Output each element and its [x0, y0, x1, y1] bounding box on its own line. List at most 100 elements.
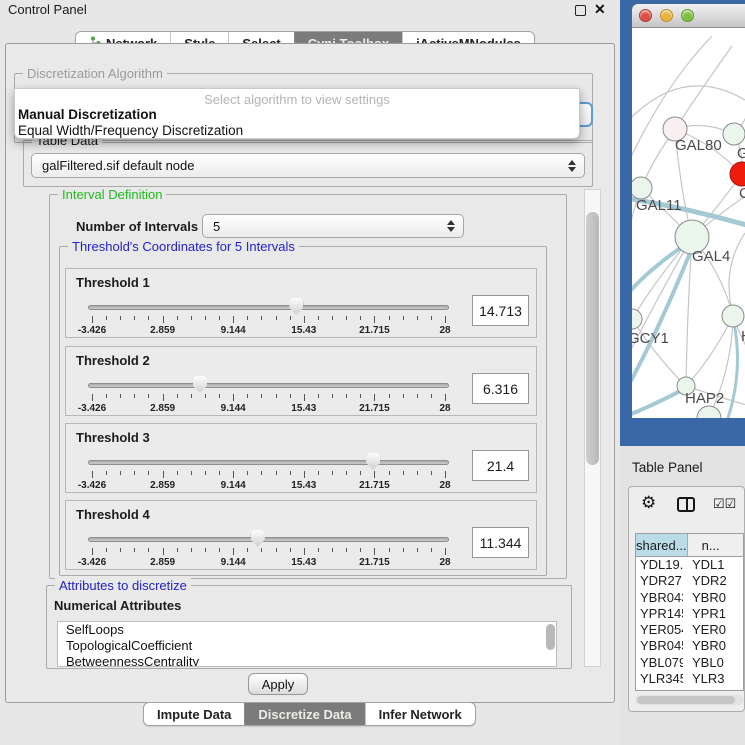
numerical-attributes-label: Numerical Attributes: [54, 598, 181, 613]
attribute-list-item-betweennesscentrality[interactable]: BetweennessCentrality: [58, 654, 556, 667]
threshold-value-field[interactable]: 6.316: [472, 373, 529, 404]
network-node-h-node[interactable]: [722, 305, 744, 327]
table-row[interactable]: YDR27...YDR2: [636, 573, 743, 589]
cell-shared-name: YDL19...: [636, 557, 683, 573]
dropdown-item-equal-width-frequency[interactable]: Equal Width/Frequency Discretization: [18, 123, 243, 138]
table-data-combobox[interactable]: galFiltered.sif default node: [31, 153, 585, 178]
cell-name: YPR1: [683, 606, 743, 622]
table-row[interactable]: YDL19...YDL1: [636, 557, 743, 573]
tab-impute-data[interactable]: Impute Data: [144, 703, 244, 725]
stepper-arrows-icon: [568, 160, 576, 172]
close-traffic-light-icon[interactable]: [639, 9, 652, 22]
table-row[interactable]: YPR145WYPR1: [636, 606, 743, 622]
table-row[interactable]: YBR045CYBR0: [636, 638, 743, 654]
tab-label: Infer Network: [379, 707, 462, 722]
cell-shared-name: YBL079W: [636, 655, 683, 671]
table-horizontal-scrollbar[interactable]: [635, 695, 744, 705]
threshold-value-field[interactable]: 14.713: [472, 295, 529, 326]
minimize-icon[interactable]: [575, 5, 586, 16]
node-label-c: C: [739, 185, 745, 202]
network-node-gcy1[interactable]: [632, 309, 642, 329]
gear-icon[interactable]: ⚙: [641, 493, 656, 513]
network-window-titlebar[interactable]: [632, 4, 745, 28]
node-label-gal11: GAL11: [636, 197, 682, 214]
split-column-icon[interactable]: [677, 497, 695, 512]
network-edge[interactable]: [686, 316, 733, 386]
threshold-panel-3: Threshold 3 -3.4262.8599.14415.4321.71528…: [65, 423, 537, 493]
numerical-attributes-list[interactable]: SelfLoopsTopologicalCoefficientBetweenne…: [57, 621, 557, 667]
panel-scrollbar-thumb[interactable]: [586, 212, 599, 465]
table-panel: ⚙ ☑☑ shared... n... YDL19...YDL1YDR27...…: [628, 486, 745, 712]
table-data-selected-value: galFiltered.sif default node: [42, 158, 194, 173]
table-header-row: shared... n...: [636, 534, 743, 557]
slider-ticks: [92, 316, 445, 324]
attribute-list-item-selfloops[interactable]: SelfLoops: [58, 622, 556, 638]
threshold-panel-2: Threshold 2-3.4262.8599.14415.4321.71528…: [65, 346, 537, 416]
close-icon[interactable]: ✕: [594, 1, 606, 18]
slider-tick-labels: -3.4262.8599.14415.4321.71528: [92, 403, 445, 415]
table-row[interactable]: YIL052CYIL0: [636, 687, 743, 691]
number-of-intervals-combobox[interactable]: 5: [202, 214, 464, 238]
cell-shared-name: YDR27...: [636, 573, 683, 589]
tab-discretize-data[interactable]: Discretize Data: [244, 703, 364, 725]
column-header-shared[interactable]: shared...: [636, 534, 688, 556]
slider-tick-labels: -3.4262.8599.14415.4321.71528: [92, 557, 445, 569]
dropdown-hint: Select algorithm to view settings: [15, 92, 579, 107]
column-header-name[interactable]: n...: [688, 534, 744, 556]
panel-scrollbar[interactable]: [584, 189, 601, 667]
network-edge[interactable]: [632, 86, 745, 123]
tab-infer-network[interactable]: Infer Network: [365, 703, 475, 725]
dropdown-item-manual-discretization[interactable]: Manual Discretization: [18, 107, 157, 122]
network-node-gal11[interactable]: [632, 177, 652, 199]
threshold-value-field[interactable]: 21.4: [472, 450, 529, 481]
zoom-traffic-light-icon[interactable]: [681, 9, 694, 22]
threshold-label: Threshold 4: [76, 507, 150, 522]
threshold-label: Threshold 3: [76, 430, 150, 445]
checkbox-icons[interactable]: ☑☑: [713, 496, 736, 512]
apply-button[interactable]: Apply: [248, 673, 308, 695]
table-row[interactable]: YER054CYER0: [636, 622, 743, 638]
slider-track[interactable]: [88, 460, 449, 465]
threshold-slider-3[interactable]: -3.4262.8599.14415.4321.71528: [88, 452, 449, 492]
slider-thumb[interactable]: [366, 453, 380, 470]
threshold-slider-4[interactable]: -3.4262.8599.14415.4321.71528: [88, 529, 449, 569]
panel-title: Control Panel: [8, 2, 87, 17]
slider-thumb[interactable]: [193, 376, 207, 393]
list-scrollbar[interactable]: [546, 624, 555, 650]
network-canvas[interactable]: GAL80GACGAL11GAL4GCY1HHAP2: [632, 28, 745, 418]
table-scrollbar-thumb[interactable]: [637, 696, 735, 704]
network-graph[interactable]: GAL80GACGAL11GAL4GCY1HHAP2: [632, 28, 745, 418]
table-row[interactable]: YBL079WYBL0: [636, 655, 743, 671]
table-row[interactable]: YLR345WYLR3: [636, 671, 743, 687]
threshold-panel-4: Threshold 4 -3.4262.8599.14415.4321.71528…: [65, 500, 537, 570]
threshold-panel-1: Threshold 1 -3.4262.8599.14415.4321.71528…: [65, 268, 537, 338]
cell-name: YBL0: [683, 655, 743, 671]
threshold-label: Threshold 1: [76, 275, 150, 290]
threshold-slider-2[interactable]: -3.4262.8599.14415.4321.71528: [88, 375, 449, 415]
interval-definition-title: Interval Definition: [58, 187, 166, 202]
slider-thumb[interactable]: [251, 530, 265, 547]
slider-track[interactable]: [88, 305, 449, 310]
network-node-top-right-green[interactable]: [723, 123, 745, 145]
cell-name: YBR0: [683, 590, 743, 606]
cell-name: YBR0: [683, 638, 743, 654]
minimize-traffic-light-icon[interactable]: [660, 9, 673, 22]
table-panel-title: Table Panel: [632, 460, 703, 475]
cell-name: YER0: [683, 622, 743, 638]
network-edge-thick[interactable]: [632, 388, 686, 416]
node-label-h: H: [741, 328, 745, 345]
attribute-list-item-topologicalcoefficient[interactable]: TopologicalCoefficient: [58, 638, 556, 654]
network-node-bottom-node[interactable]: [697, 406, 721, 418]
slider-track[interactable]: [88, 383, 449, 388]
slider-tick-labels: -3.4262.8599.14415.4321.71528: [92, 325, 445, 337]
threshold-slider-1[interactable]: -3.4262.8599.14415.4321.71528: [88, 297, 449, 337]
number-of-intervals-label: Number of Intervals: [76, 219, 198, 234]
slider-track[interactable]: [88, 537, 449, 542]
network-node-selected-red[interactable]: [730, 162, 745, 186]
network-edge-thick[interactable]: [728, 318, 737, 418]
slider-ticks: [92, 548, 445, 556]
node-label-hap2: HAP2: [685, 390, 724, 407]
threshold-value-field[interactable]: 11.344: [472, 527, 529, 558]
table-row[interactable]: YBR043CYBR0: [636, 590, 743, 606]
slider-thumb[interactable]: [289, 298, 303, 315]
